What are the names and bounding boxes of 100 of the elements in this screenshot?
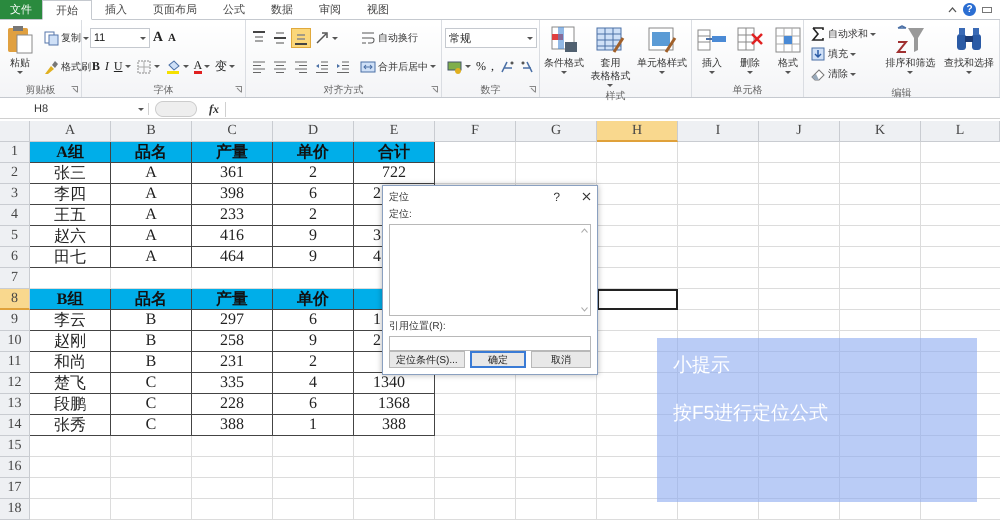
ribbon-button[interactable]: 删除 [733, 22, 767, 83]
table-cell: 9 [273, 226, 354, 247]
table-cell: 335 [192, 373, 273, 394]
row-header[interactable]: 1 [0, 142, 30, 163]
ribbon-tab[interactable]: 公式 [210, 0, 258, 19]
column-header[interactable]: D [273, 121, 354, 142]
table-cell: 2 [273, 205, 354, 226]
column-header[interactable]: E [354, 121, 435, 142]
ribbon-button[interactable]: 单元格样式 [636, 22, 688, 89]
help-button[interactable]: ? [553, 190, 560, 204]
column-header[interactable]: I [678, 121, 759, 142]
table-cell: A [111, 247, 192, 268]
row-header[interactable]: 9 [0, 310, 30, 331]
ribbon-button[interactable]: 格式 [771, 22, 805, 83]
table-cell: B组 [30, 289, 111, 310]
format-button[interactable]: A [192, 56, 212, 77]
column-header[interactable]: C [192, 121, 273, 142]
help-button[interactable]: ? [963, 3, 976, 16]
tip-text: 按F5进行定位公式 [673, 402, 830, 426]
table-cell: 李云 [30, 310, 111, 331]
ribbon-tab[interactable]: 插入 [92, 0, 140, 19]
ribbon-tab[interactable]: 审阅 [306, 0, 354, 19]
ribbon-button[interactable]: 套用 表格格式 [589, 22, 632, 89]
table-cell: 2 [273, 352, 354, 373]
table-cell: 单价 [273, 142, 354, 163]
ribbon-tab[interactable]: 开始 [42, 0, 92, 20]
dialog-button[interactable]: 取消 [530, 351, 591, 368]
ribbon-button[interactable]: 排序和筛选 [884, 22, 936, 86]
table-cell: 6 [273, 184, 354, 205]
table-cell: 416 [192, 226, 273, 247]
dropdown-field[interactable]: 常规 [445, 28, 537, 48]
row-header[interactable]: 18 [0, 499, 30, 520]
row-header[interactable]: 10 [0, 331, 30, 352]
format-button[interactable]: , [489, 56, 496, 77]
table-cell: A组 [30, 142, 111, 163]
table-cell: 张三 [30, 163, 111, 184]
row-header[interactable]: 8 [0, 289, 30, 310]
ribbon-button[interactable]: 自动求和 [808, 24, 878, 44]
row-header[interactable]: 7 [0, 268, 30, 289]
ribbon-button[interactable]: 查找和选择 [942, 22, 995, 86]
column-header[interactable]: A [30, 121, 111, 142]
row-header[interactable]: 13 [0, 394, 30, 415]
format-button[interactable]: A [166, 28, 178, 48]
group-label: 剪贴板 [26, 84, 56, 97]
table-cell: 赵刚 [30, 331, 111, 352]
row-header[interactable]: 2 [0, 163, 30, 184]
ribbon-tab[interactable]: 数据 [258, 0, 306, 19]
row-header[interactable]: 4 [0, 205, 30, 226]
format-button[interactable]: A [150, 28, 165, 48]
table-cell: 464 [192, 247, 273, 268]
table-cell: 产量 [192, 142, 273, 163]
row-header[interactable]: 14 [0, 415, 30, 436]
column-header[interactable]: J [759, 121, 840, 142]
ribbon-button[interactable]: 清除 [808, 64, 858, 84]
group-label: 对齐方式 [324, 84, 364, 97]
ribbon-tab[interactable]: 视图 [354, 0, 402, 19]
format-button[interactable]: % [474, 56, 488, 77]
ribbon-button[interactable]: 粘贴 [3, 22, 37, 83]
table-cell: 361 [192, 163, 273, 184]
group-label: 单元格 [732, 84, 762, 97]
ribbon-tab[interactable]: 页面布局 [140, 0, 210, 19]
table-cell: B [111, 331, 192, 352]
row-header[interactable]: 16 [0, 457, 30, 478]
table-cell: 赵六 [30, 226, 111, 247]
dropdown-field[interactable]: 11 [90, 28, 150, 48]
row-header[interactable]: 12 [0, 373, 30, 394]
row-header[interactable]: 15 [0, 436, 30, 457]
ribbon-button[interactable]: 自动换行 [358, 28, 420, 48]
table-cell: 2 [273, 163, 354, 184]
ribbon-button[interactable]: 插入 [695, 22, 729, 83]
tip-title: 小提示 [673, 354, 731, 378]
column-header[interactable]: K [840, 121, 921, 142]
ribbon-tab[interactable]: 文件 [0, 0, 42, 19]
table-cell: 品名 [111, 142, 192, 163]
ribbon-button[interactable]: 合并后居中 [358, 56, 438, 77]
dialog-button[interactable]: 确定 [470, 351, 526, 368]
dialog-button[interactable]: 定位条件(S)... [389, 351, 465, 368]
table-cell: C [111, 415, 192, 436]
column-header[interactable]: F [435, 121, 516, 142]
row-header[interactable]: 5 [0, 226, 30, 247]
table-cell: 233 [192, 205, 273, 226]
table-cell: 9 [273, 331, 354, 352]
column-header[interactable]: L [921, 121, 1000, 142]
column-header[interactable]: H [597, 121, 678, 142]
insert-function-button[interactable]: fx [203, 102, 226, 116]
row-header[interactable]: 11 [0, 352, 30, 373]
name-box[interactable]: H8 [0, 103, 149, 115]
table-cell: 6 [273, 394, 354, 415]
format-button[interactable]: I [102, 56, 111, 77]
format-button[interactable]: U [112, 56, 132, 77]
column-header[interactable]: B [111, 121, 192, 142]
format-button[interactable]: 变 [213, 56, 238, 77]
table-cell: 田七 [30, 247, 111, 268]
row-header[interactable]: 17 [0, 478, 30, 499]
table-cell: A [111, 226, 192, 247]
row-header[interactable]: 3 [0, 184, 30, 205]
ribbon-button[interactable]: 条件格式 [543, 22, 586, 89]
row-header[interactable]: 6 [0, 247, 30, 268]
column-header[interactable]: G [516, 121, 597, 142]
ribbon-button[interactable]: 填充 [808, 44, 858, 64]
